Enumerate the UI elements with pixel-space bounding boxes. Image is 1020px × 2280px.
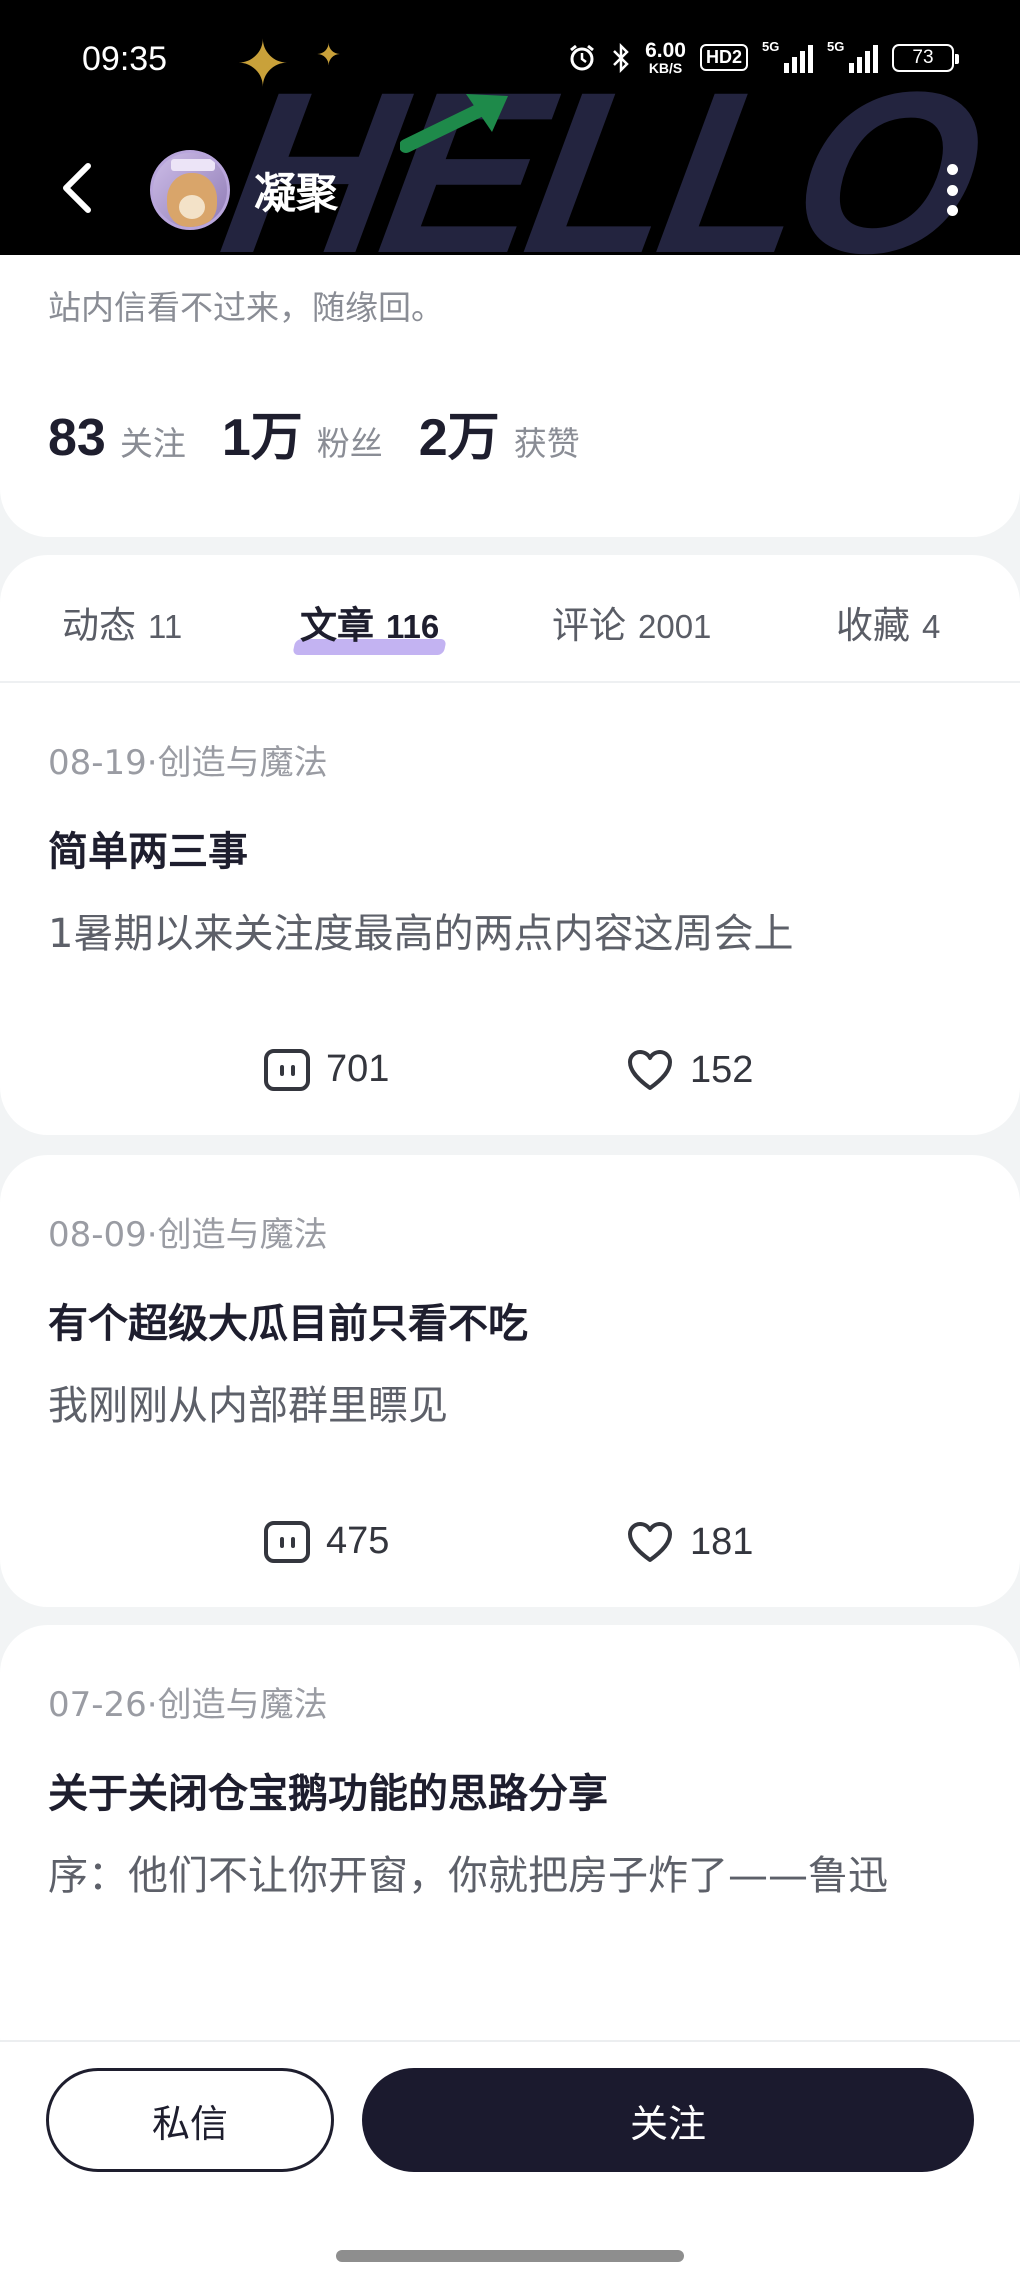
status-icons: 6.00 KB/S HD2 5G 5G 73 (567, 39, 959, 76)
stat-followers[interactable]: 1万 粉丝 (222, 395, 383, 470)
bottom-action-bar: 私信 关注 (0, 2040, 1020, 2280)
comment-count: 475 (326, 1520, 390, 1562)
tab-comments[interactable]: 评论 2001 (552, 595, 711, 649)
comment-button[interactable]: 475 (264, 1520, 389, 1563)
like-count: 181 (690, 1520, 754, 1563)
home-indicator[interactable] (336, 2250, 684, 2262)
heart-icon (628, 1522, 672, 1562)
hd-voice-badge: HD2 (699, 44, 748, 71)
article-card[interactable]: 08-09·创造与魔法 有个超级大瓜目前只看不吃 我刚刚从内部群里瞟见 475 … (0, 1155, 1020, 1607)
stat-likes[interactable]: 2万 获赞 (419, 395, 580, 470)
message-button[interactable]: 私信 (46, 2068, 334, 2172)
follow-button[interactable]: 关注 (362, 2068, 974, 2172)
comment-icon (264, 1520, 310, 1563)
signal-2-icon: 5G (827, 39, 878, 73)
chevron-left-icon (63, 163, 91, 213)
tab-articles[interactable]: 文章 116 (292, 595, 447, 655)
article-meta: 08-09·创造与魔法 (48, 1215, 328, 1255)
bluetooth-icon (613, 42, 629, 73)
comment-button[interactable]: 701 (264, 1048, 389, 1091)
article-meta: 08-19·创造与魔法 (48, 743, 328, 783)
tab-posts[interactable]: 动态 11 (62, 595, 182, 649)
signal-1-icon: 5G (762, 39, 813, 73)
status-time: 09:35 (82, 40, 168, 78)
article-meta: 07-26·创造与魔法 (48, 1685, 328, 1725)
article-title[interactable]: 简单两三事 (48, 819, 248, 877)
more-options-icon[interactable] (944, 164, 960, 216)
heart-icon (628, 1050, 672, 1090)
like-button[interactable]: 152 (626, 1048, 753, 1092)
article-card[interactable]: 08-19·创造与魔法 简单两三事 1暑期以来关注度最高的两点内容这周会上 70… (0, 683, 1020, 1135)
alarm-icon (570, 44, 595, 70)
article-excerpt: 1暑期以来关注度最高的两点内容这周会上 (48, 911, 794, 957)
profile-name: 凝聚 (254, 169, 339, 218)
article-actions: 475 181 (0, 1520, 1020, 1580)
article-excerpt: 序：他们不让你开窗，你就把房子炸了——鲁迅 (48, 1853, 888, 1899)
article-title[interactable]: 关于关闭仓宝鹅功能的思路分享 (48, 1761, 608, 1819)
back-button[interactable] (60, 160, 100, 216)
like-count: 152 (690, 1048, 754, 1091)
article-actions: 701 152 (0, 1048, 1020, 1108)
profile-header: HELLO ✦ ✦ 09:35 6.00 KB/S HD2 5G 5G 73 凝… (0, 0, 1020, 255)
article-excerpt: 我刚刚从内部群里瞟见 (48, 1383, 448, 1429)
network-speed: 6.00 KB/S (645, 39, 686, 76)
like-button[interactable]: 181 (626, 1520, 753, 1564)
comment-count: 701 (326, 1048, 390, 1090)
article-card[interactable]: 07-26·创造与魔法 关于关闭仓宝鹅功能的思路分享 序：他们不让你开窗，你就把… (0, 1625, 1020, 2085)
profile-card: 站内信看不过来，随缘回。 83 关注 1万 粉丝 2万 获赞 (0, 255, 1020, 537)
status-bar: 09:35 6.00 KB/S HD2 5G 5G 73 (0, 0, 1020, 120)
comment-icon (264, 1048, 310, 1091)
profile-bio: 站内信看不过来，随缘回。 (48, 288, 444, 327)
battery-icon: 73 (892, 43, 959, 72)
profile-stats: 83 关注 1万 粉丝 2万 获赞 (48, 395, 616, 470)
tab-favorites[interactable]: 收藏 4 (836, 595, 940, 649)
article-title[interactable]: 有个超级大瓜目前只看不吃 (48, 1291, 528, 1349)
content-tabs: 动态 11 文章 116 评论 2001 收藏 4 (0, 555, 1020, 683)
avatar[interactable] (150, 150, 230, 230)
stat-following[interactable]: 83 关注 (48, 408, 186, 468)
